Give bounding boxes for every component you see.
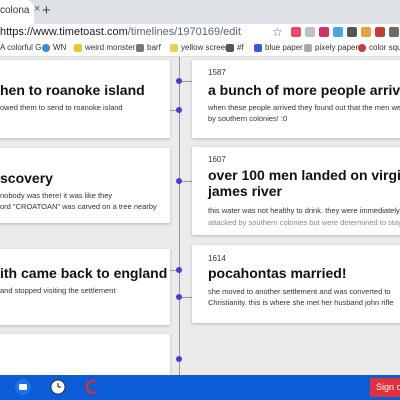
bookmark-label: blue paper (265, 43, 303, 52)
extension-icon[interactable] (389, 27, 399, 37)
timeline-card-right[interactable]: 1607 over 100 men landed on virginia jam… (192, 147, 400, 235)
extension-icon[interactable] (319, 27, 329, 37)
bookmark-item[interactable]: color squa (358, 43, 400, 52)
card-title: a bunch of more people arrived (208, 82, 400, 98)
browser-tab[interactable]: colonali (0, 0, 34, 24)
address-bar[interactable]: https://www.timetoast.com/timelines/1970… (0, 24, 400, 40)
card-description: by southern colonies! :0 (208, 114, 288, 123)
files-icon[interactable] (15, 379, 31, 395)
url-path: /timelines/1970169/edit (127, 26, 241, 38)
bookmark-label: A colorful G (0, 43, 42, 52)
extension-icon[interactable] (333, 27, 343, 37)
timeline-dot[interactable] (176, 267, 182, 273)
close-icon[interactable]: × (34, 3, 40, 15)
card-title: over 100 men landed on virginia (208, 167, 400, 183)
timeline-card-left[interactable]: scovery nobody was there! it was like th… (0, 148, 170, 223)
bookmark-item[interactable]: weird monster (74, 43, 135, 52)
card-title: james river (208, 183, 282, 199)
card-description: nobody was there! it was like they (0, 191, 113, 200)
clock-icon[interactable] (50, 379, 66, 395)
taskbar: Sign ou (0, 375, 400, 400)
card-title: ith came back to england (0, 265, 168, 281)
bookmark-item[interactable]: WN (42, 43, 66, 52)
extension-icon[interactable] (347, 27, 357, 37)
bookmark-label: yellow screen (181, 43, 230, 52)
page-icon (136, 43, 144, 52)
bookmark-star-icon[interactable]: ☆ (272, 24, 283, 40)
timeline-dot[interactable] (176, 107, 182, 113)
extension-icon[interactable] (361, 27, 371, 37)
bookmark-item[interactable]: blue paper (254, 43, 303, 52)
bookmark-label: barf (147, 43, 161, 52)
bookmarks-bar: A colorful G WN weird monster barf yello… (0, 40, 400, 57)
timeline-dot[interactable] (176, 78, 182, 84)
app-icon[interactable] (84, 379, 100, 395)
page-icon (226, 43, 234, 52)
card-description: Christianity. this is where she met her … (208, 298, 394, 307)
sign-out-button[interactable]: Sign ou (370, 378, 400, 397)
card-title: hen to roanoke island (0, 82, 145, 98)
bookmark-label: #f (237, 43, 244, 52)
timeline-spine (179, 57, 180, 375)
timeline-view: hen to roanoke island owed them to send … (0, 57, 400, 375)
tab-title: colonali (0, 5, 30, 16)
bookmark-item[interactable]: A colorful G (0, 43, 41, 52)
bookmark-item[interactable]: #f (226, 43, 244, 52)
card-description: and stopped visiting the settlement (0, 286, 116, 295)
card-description: she moved to another settlement and was … (208, 287, 391, 296)
bookmark-item[interactable]: yellow screen (170, 43, 229, 52)
page-icon (358, 43, 366, 52)
bookmark-item[interactable]: barf (136, 43, 161, 52)
timeline-card-left[interactable]: ith came back to england and stopped vis… (0, 249, 170, 325)
timeline-card-left[interactable] (0, 334, 170, 375)
timeline-card-right[interactable]: 1587 a bunch of more people arrived when… (192, 60, 400, 138)
new-tab-button[interactable]: + (42, 2, 51, 20)
folder-icon (74, 43, 82, 52)
page-icon (304, 43, 312, 52)
bookmark-label: pixely paper (315, 43, 359, 52)
card-description: this water was not healthy to drink. the… (208, 206, 400, 215)
timeline-card-right[interactable]: 1614 pocahontas married! she moved to an… (192, 245, 400, 323)
extension-icon[interactable] (375, 27, 385, 37)
timeline-dot[interactable] (176, 356, 182, 362)
card-title: scovery (0, 170, 53, 186)
card-description: attacked by southern colonies but were d… (208, 218, 400, 227)
extension-icon[interactable] (291, 27, 301, 37)
card-title: pocahontas married! (208, 265, 347, 281)
card-date: 1607 (208, 155, 226, 164)
url-text[interactable]: https://www.timetoast.com/timelines/1970… (0, 24, 241, 40)
timeline-dot[interactable] (176, 294, 182, 300)
timeline-card-left[interactable]: hen to roanoke island owed them to send … (0, 60, 170, 138)
extension-icon[interactable] (305, 27, 315, 37)
bookmark-label: weird monster (85, 43, 136, 52)
url-host: https://www.timetoast.com (0, 26, 128, 38)
page-icon (254, 43, 262, 52)
card-description: ord "CROATOAN" was carved on a tree near… (0, 202, 157, 211)
bookmark-label: WN (53, 43, 67, 52)
timeline-dot[interactable] (176, 178, 182, 184)
card-date: 1614 (208, 254, 226, 263)
page-icon (170, 43, 178, 52)
tab-strip: colonali × + (0, 0, 400, 24)
card-description: owed them to send to roanoke island (0, 103, 123, 112)
globe-icon (42, 43, 50, 52)
card-description: when these people arrived they found out… (208, 103, 400, 112)
card-date: 1587 (208, 68, 226, 77)
bookmark-item[interactable]: pixely paper (304, 43, 358, 52)
bookmark-label: color squa (369, 43, 400, 52)
